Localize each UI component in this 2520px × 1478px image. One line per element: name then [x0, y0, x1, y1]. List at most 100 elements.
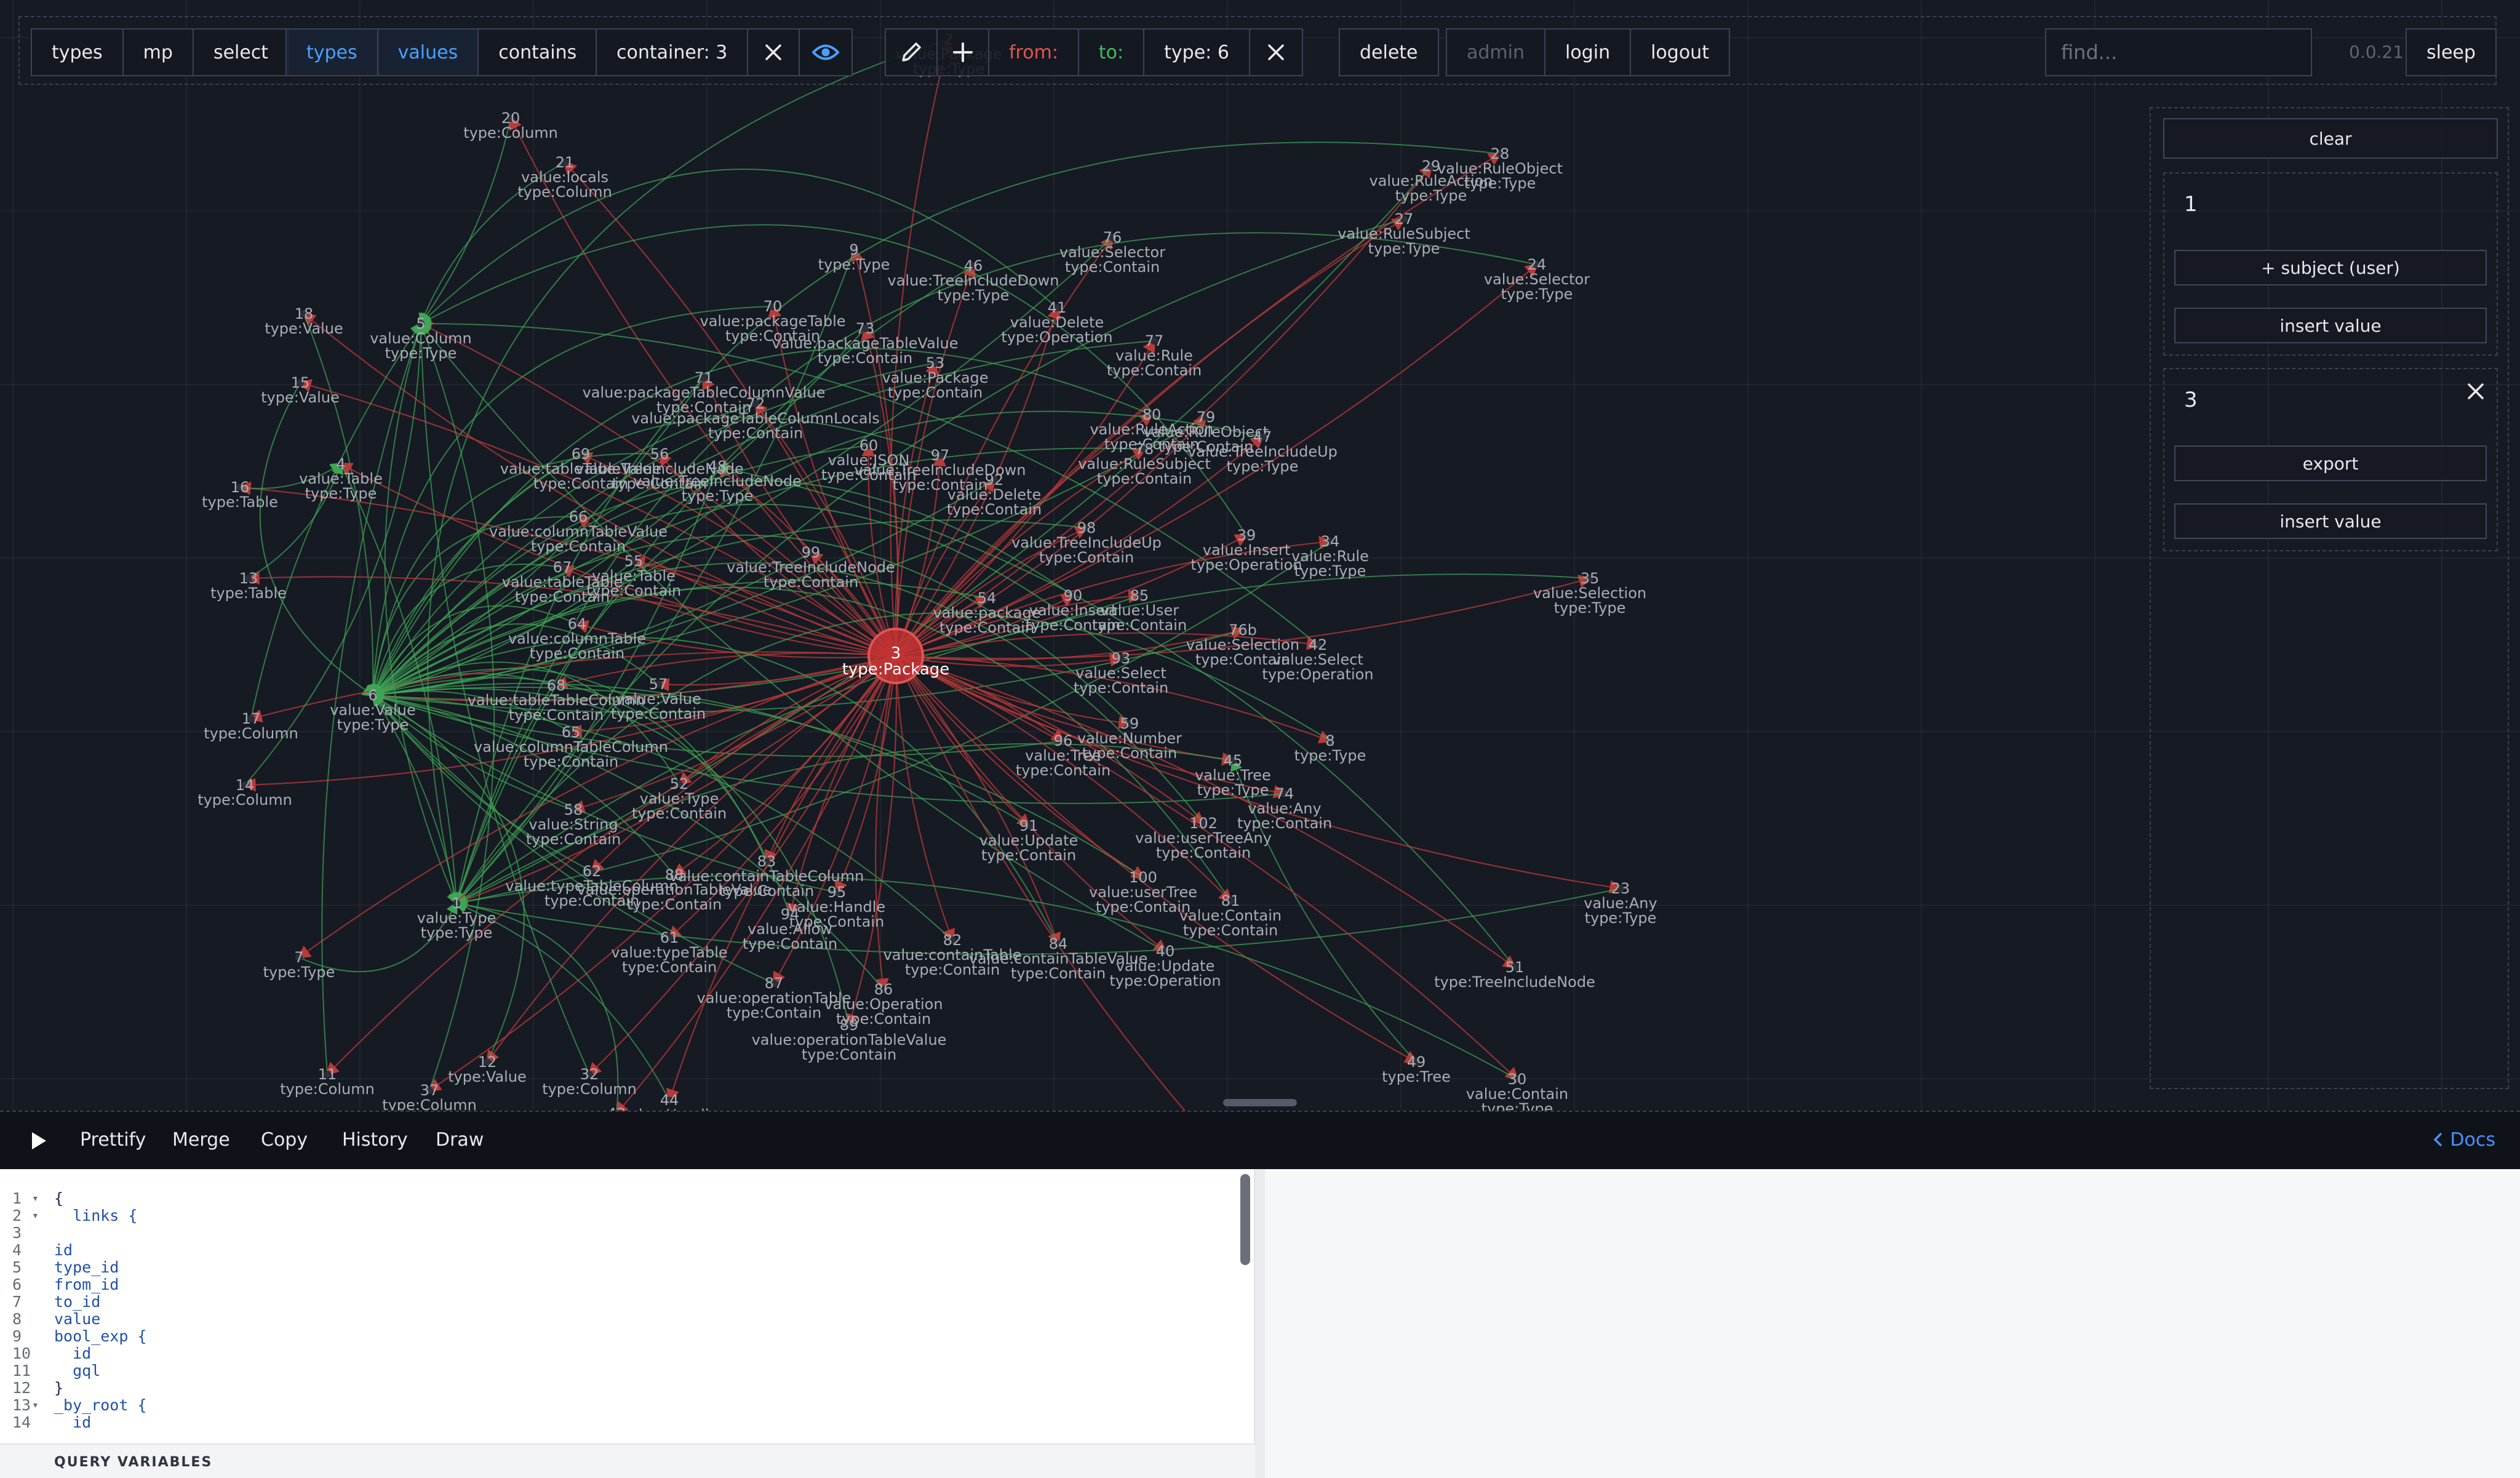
close-icon[interactable] — [2466, 381, 2486, 404]
sleep-group: sleep — [2406, 28, 2497, 76]
graph-node[interactable]: 41value:Deletetype:Operation — [1001, 299, 1112, 346]
play-icon[interactable] — [30, 1130, 48, 1154]
contains-toggle-button[interactable]: contains — [479, 30, 596, 75]
find-input[interactable] — [2046, 30, 2311, 75]
graph-node[interactable]: 1value:Typetype:Type — [417, 895, 496, 941]
export-button[interactable]: export — [2174, 445, 2487, 481]
fold-arrow-icon[interactable]: ▾ — [32, 1397, 39, 1414]
graph-node[interactable]: 14type:Column — [197, 777, 292, 809]
types-mode-button[interactable]: types — [32, 30, 124, 75]
link-edge[interactable] — [895, 655, 1520, 1082]
graph-node[interactable]: 12type:Value — [448, 1053, 527, 1085]
graph-canvas[interactable]: 20type:Column21value:localstype:Column2v… — [0, 0, 2520, 1111]
add-link-button[interactable] — [938, 30, 989, 75]
query-variables-header[interactable]: QUERY VARIABLES — [0, 1444, 1255, 1478]
copy-button[interactable]: Copy — [261, 1129, 308, 1151]
graph-node[interactable]: 9type:Type — [818, 241, 890, 273]
graph-node[interactable]: 8type:Type — [1294, 732, 1366, 764]
node-label: type:Column — [542, 1081, 637, 1098]
graph-node[interactable]: 21value:localstype:Column — [517, 154, 612, 201]
graph-node[interactable]: 4value:Tabletype:Type — [299, 455, 383, 502]
node-label: type:Operation — [1109, 972, 1221, 989]
merge-button[interactable]: Merge — [172, 1129, 230, 1151]
graph-node[interactable]: 64value:columnTabletype:Contain — [508, 615, 646, 662]
graph-node[interactable]: 51type:TreeIncludeNode — [1434, 959, 1595, 991]
graph-node[interactable]: 35value:Selectiontype:Type — [1533, 570, 1646, 617]
graph-node[interactable]: 61value:typeTabletype:Contain — [611, 929, 727, 976]
clear-container-button[interactable] — [748, 30, 800, 75]
container-selector[interactable]: container: 3 — [597, 30, 749, 75]
code-text: to_id — [54, 1293, 101, 1311]
line-number: 12 — [12, 1379, 31, 1397]
delete-button[interactable]: delete — [1340, 30, 1438, 75]
graph-node[interactable]: 77value:Ruletype:Contain — [1107, 332, 1202, 379]
clear-type-button[interactable] — [1250, 30, 1302, 75]
select-mode-button[interactable]: select — [194, 30, 288, 75]
editor-scrollbar[interactable] — [1240, 1174, 1250, 1265]
graph-node[interactable]: 7type:Type — [263, 949, 335, 981]
graph-node[interactable]: 30value:Containtype:Type — [1466, 1071, 1568, 1111]
code-text: bool_exp { — [54, 1327, 147, 1345]
type-selector[interactable]: type: 6 — [1144, 30, 1250, 75]
code-text: type_id — [54, 1258, 119, 1276]
edit-link-button[interactable] — [886, 30, 938, 75]
graph-node[interactable]: 20type:Column — [463, 110, 558, 142]
graph-node[interactable]: 5value:Columntype:Type — [370, 315, 472, 362]
add-subject-button[interactable]: + subject (user) — [2174, 250, 2487, 286]
graph-node[interactable]: 37type:Column — [382, 1082, 477, 1111]
link-edge[interactable] — [419, 118, 511, 326]
node-label: type:Contain — [622, 959, 717, 976]
docs-link[interactable]: Docs — [2432, 1129, 2495, 1151]
graph-node[interactable]: 13type:Table — [210, 570, 287, 602]
graph-node[interactable]: 23value:Anytype:Type — [1584, 880, 1657, 927]
graph-node[interactable]: 27value:RuleSubjecttype:Type — [1338, 210, 1470, 257]
result-pane[interactable] — [1255, 1169, 2520, 1478]
link-edge[interactable] — [303, 313, 380, 698]
graph-node[interactable]: 18type:Value — [265, 305, 343, 337]
graph-node[interactable]: 76value:Selectortype:Contain — [1059, 229, 1165, 276]
graph-svg[interactable]: 20type:Column21value:localstype:Column2v… — [0, 0, 2520, 1111]
card-title: 1 — [2184, 192, 2198, 217]
draw-button[interactable]: Draw — [436, 1129, 484, 1151]
node-label: type:Contain — [1016, 762, 1110, 779]
link-edge[interactable] — [895, 655, 955, 943]
values-toggle-button[interactable]: values — [378, 30, 479, 75]
types-toggle-button[interactable]: types — [287, 30, 378, 75]
graph-node[interactable]: 32type:Column — [542, 1066, 637, 1098]
graph-node[interactable]: 58value:Stringtype:Contain — [526, 801, 621, 848]
link-edge[interactable] — [875, 655, 897, 993]
graph-node[interactable]: 91value:Updatetype:Contain — [979, 817, 1079, 864]
graph-node[interactable]: 16type:Table — [202, 479, 278, 511]
graph-node[interactable]: 98value:TreeIncludeUptype:Contain — [1011, 519, 1162, 566]
to-selector[interactable]: to: — [1079, 30, 1145, 75]
node-label: type:Operation — [1190, 556, 1302, 573]
graph-node[interactable]: 17type:Column — [204, 710, 298, 742]
login-button[interactable]: login — [1545, 30, 1632, 75]
insert-value-button[interactable]: insert value — [2174, 503, 2487, 539]
graph-node[interactable]: 11type:Column — [280, 1066, 375, 1098]
visibility-toggle-button[interactable] — [800, 30, 851, 75]
fold-arrow-icon[interactable]: ▾ — [32, 1190, 39, 1207]
history-button[interactable]: History — [342, 1129, 408, 1151]
link-edge[interactable] — [895, 360, 939, 657]
graph-node[interactable]: 46value:TreeIncludeDowntype:Type — [887, 257, 1059, 304]
prettify-button[interactable]: Prettify — [80, 1129, 146, 1151]
card-title: 3 — [2184, 388, 2198, 412]
query-editor[interactable]: 1 ▾{2 ▾ links {3 4 id 5 type_id 6 from_id 7 to_id 8… — [0, 1169, 1255, 1478]
admin-button[interactable]: admin — [1447, 30, 1545, 75]
insert-value-button[interactable]: insert value — [2174, 308, 2487, 343]
graph-node[interactable]: 34value:Ruletype:Type — [1291, 533, 1369, 580]
sleep-button[interactable]: sleep — [2407, 30, 2495, 75]
fold-arrow-icon[interactable]: ▾ — [32, 1207, 39, 1224]
graph-node[interactable]: 39value:Inserttype:Operation — [1190, 527, 1302, 573]
graph-node[interactable]: 45value:Treetype:Type — [1195, 752, 1271, 799]
logout-button[interactable]: logout — [1631, 30, 1729, 75]
from-selector[interactable]: from: — [989, 30, 1079, 75]
mp-mode-button[interactable]: mp — [124, 30, 194, 75]
graph-node[interactable]: 6value:Valuetype:Type — [330, 687, 416, 733]
resize-handle[interactable] — [1223, 1099, 1297, 1106]
graph-node[interactable]: 85value:Usertype:Contain — [1092, 587, 1187, 634]
node-label: type:Contain — [802, 1046, 896, 1063]
clear-button[interactable]: clear — [2163, 118, 2498, 159]
graph-node[interactable]: 49type:Tree — [1382, 1053, 1451, 1085]
